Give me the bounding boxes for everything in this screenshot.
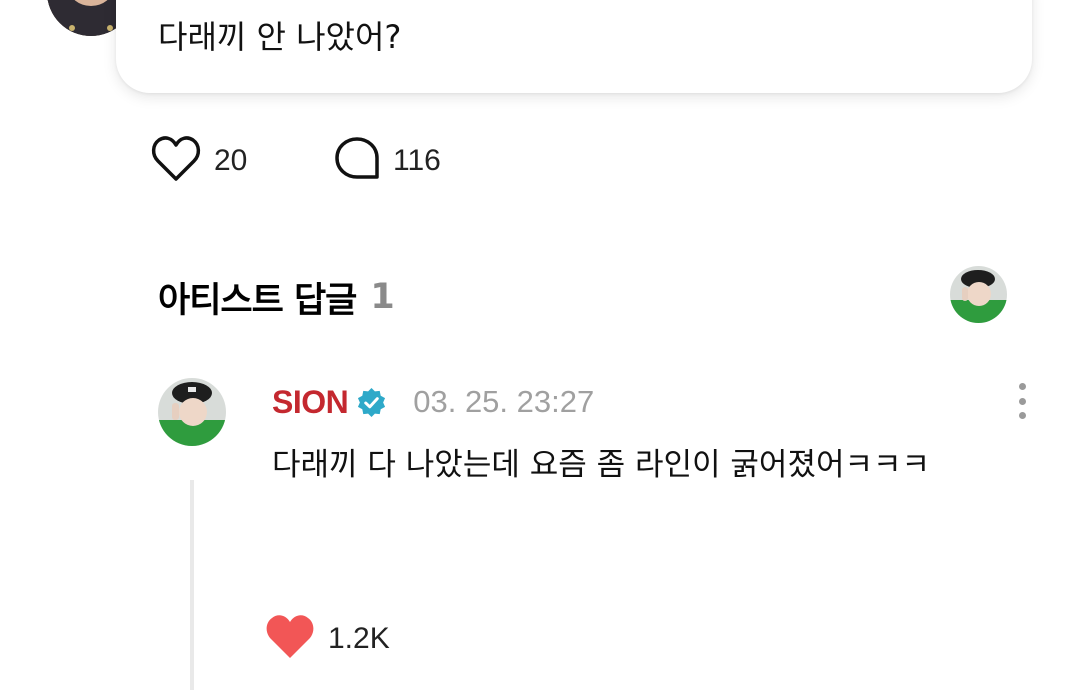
more-options-button[interactable] [1006,380,1038,422]
heart-outline-icon [150,135,202,187]
verified-badge-icon [356,387,387,418]
artist-avatar-image [950,266,1007,323]
reply-like-button[interactable]: 1.2K [264,614,390,664]
reply-timestamp: 03. 25. 23:27 [413,384,595,419]
artist-replies-header: 아티스트 답글 1 [158,272,395,322]
kebab-dot [1018,383,1026,390]
artist-replies-title: 아티스트 답글 [158,280,357,321]
post-text: 다래끼 안 나았어? [158,18,402,56]
thread-line [190,480,194,690]
post-comment-button[interactable]: 116 [333,136,441,186]
artist-replies-count: 1 [370,277,395,317]
post-like-button[interactable]: 20 [150,136,247,186]
post-like-count: 20 [214,144,248,177]
kebab-dot [1018,412,1026,419]
reply-like-count: 1.2K [328,622,390,655]
post-comment-count: 116 [393,144,441,177]
speech-bubble-icon [333,135,381,187]
reply-avatar-image [158,378,226,446]
heart-filled-icon [264,613,316,665]
kebab-dot [1018,397,1026,405]
artist-avatar-small[interactable] [950,266,1007,323]
reply-meta: SION 03. 25. 23:27 [272,380,594,424]
reply-author-avatar[interactable] [158,378,226,446]
reply-author-name[interactable]: SION [272,384,349,421]
reply-text: 다래끼 다 나았는데 요즘 좀 라인이 굵어졌어ㅋㅋㅋ [272,447,931,483]
